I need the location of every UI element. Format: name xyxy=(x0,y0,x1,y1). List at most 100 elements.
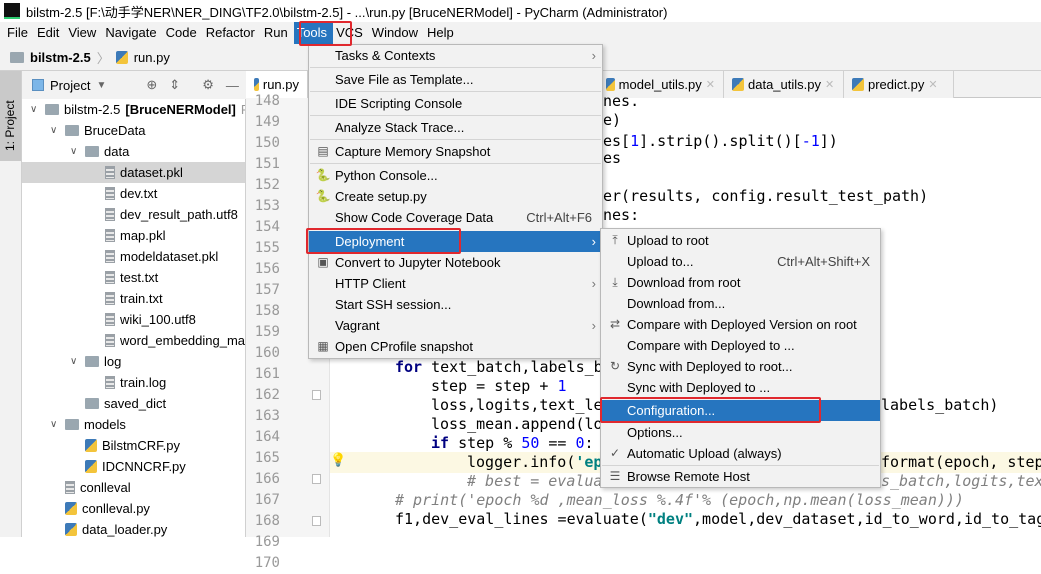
menu-item-compare-with-deployed-to[interactable]: Compare with Deployed to ... xyxy=(601,335,880,356)
project-tool-tab[interactable]: 1: Project xyxy=(0,71,21,161)
menu-item-label: Download from... xyxy=(627,296,726,311)
menu-item-automatic-upload-always[interactable]: ✓ Automatic Upload (always) xyxy=(601,443,880,464)
menu-vcs[interactable]: VCS xyxy=(333,22,369,44)
menu-item-label: Convert to Jupyter Notebook xyxy=(335,255,501,270)
menu-item-options[interactable]: Options... xyxy=(601,422,880,443)
menu-item-download-from[interactable]: Download from... xyxy=(601,293,880,314)
tree-item[interactable]: ∨ BruceData xyxy=(50,120,145,141)
collapse-all-icon[interactable]: ⇕ xyxy=(169,77,180,93)
tree-item[interactable]: dataset.pkl xyxy=(22,162,245,183)
tree-item[interactable]: train.txt xyxy=(90,288,163,309)
menu-item-http-client[interactable]: HTTP Client › xyxy=(309,273,602,294)
code-line: labels_batch) xyxy=(881,396,999,414)
file-icon xyxy=(105,166,115,179)
tree-item[interactable]: ∨ data xyxy=(70,141,129,162)
tree-item[interactable]: BilstmCRF.py xyxy=(70,435,180,456)
chevron-down-icon[interactable]: ∨ xyxy=(70,141,80,162)
breadcrumb-file[interactable]: run.py xyxy=(134,50,170,65)
tree-item[interactable]: ∨ log xyxy=(70,351,121,372)
close-icon[interactable]: ✕ xyxy=(706,78,715,91)
tree-item[interactable]: dev_result_path.utf8 xyxy=(90,204,238,225)
menu-item-label: Vagrant xyxy=(335,318,380,333)
menu-item-deployment[interactable]: Deployment › xyxy=(309,231,602,252)
tree-item-label: train.txt xyxy=(120,291,163,306)
chevron-down-icon[interactable]: ∨ xyxy=(30,99,40,120)
menu-item-python-console[interactable]: 🐍 Python Console... xyxy=(309,165,602,186)
menu-edit[interactable]: Edit xyxy=(34,22,65,44)
tree-item-label: data_loader.py xyxy=(82,522,168,537)
file-icon xyxy=(105,208,115,221)
upload-icon: ⤒ xyxy=(612,233,618,247)
menu-item-start-ssh-session[interactable]: Start SSH session... xyxy=(309,294,602,315)
menu-item-sync-with-deployed-to-root[interactable]: ↻ Sync with Deployed to root... xyxy=(601,356,880,377)
tree-item[interactable]: ∨bilstm-2.5 [BruceNERModel] F: xyxy=(30,99,245,120)
tree-item[interactable]: modeldataset.pkl xyxy=(90,246,218,267)
tree-item[interactable]: word_embedding_ma xyxy=(90,330,245,351)
tree-item-label: IDCNNCRF.py xyxy=(102,459,186,474)
tree-item[interactable]: IDCNNCRF.py xyxy=(70,456,186,477)
menu-code[interactable]: Code xyxy=(163,22,203,44)
code-line: er(results, config.result_test_path) xyxy=(603,187,929,205)
menu-item-configuration[interactable]: Configuration... xyxy=(601,400,880,421)
menu-run[interactable]: Run xyxy=(261,22,294,44)
tree-item[interactable]: wiki_100.utf8 xyxy=(90,309,196,330)
tree-item[interactable]: data_loader.py xyxy=(50,519,167,537)
chevron-down-icon[interactable]: ∨ xyxy=(50,414,60,435)
menu-item-tasks-contexts[interactable]: Tasks & Contexts › xyxy=(309,45,602,66)
gear-icon[interactable]: ⚙ xyxy=(202,77,214,93)
menu-item-show-code-coverage-data[interactable]: Show Code Coverage Data Ctrl+Alt+F6 xyxy=(309,207,602,228)
tree-item[interactable]: map.pkl xyxy=(90,225,166,246)
fold-marker-icon[interactable] xyxy=(312,390,321,400)
menu-item-vagrant[interactable]: Vagrant › xyxy=(309,315,602,336)
code-line: step = step + 1 xyxy=(431,377,567,395)
menu-item-save-file-as-template[interactable]: Save File as Template... xyxy=(309,69,602,90)
tree-item[interactable]: train.log xyxy=(90,372,166,393)
lightbulb-icon[interactable]: 💡 xyxy=(330,452,346,473)
hide-icon[interactable]: — xyxy=(226,78,239,93)
menu-item-create-setup-py[interactable]: 🐍 Create setup.py xyxy=(309,186,602,207)
close-icon[interactable]: ✕ xyxy=(825,78,834,91)
file-icon xyxy=(105,229,115,242)
locate-icon[interactable]: ⊕ xyxy=(146,77,157,93)
menu-item-compare-with-deployed-version-on-root[interactable]: ⇄ Compare with Deployed Version on root xyxy=(601,314,880,335)
tree-item[interactable]: ∨ models xyxy=(50,414,126,435)
menu-item-convert-to-jupyter-notebook[interactable]: ▣ Convert to Jupyter Notebook xyxy=(309,252,602,273)
chevron-down-icon[interactable]: ∨ xyxy=(50,120,60,141)
tree-item[interactable]: test.txt xyxy=(90,267,158,288)
menu-item-label: Tasks & Contexts xyxy=(335,48,436,63)
menu-item-analyze-stack-trace[interactable]: Analyze Stack Trace... xyxy=(309,117,602,138)
tree-item[interactable]: conlleval xyxy=(50,477,131,498)
tree-item-label: conlleval.py xyxy=(82,501,150,516)
menu-item-upload-to[interactable]: Upload to... Ctrl+Alt+Shift+X xyxy=(601,251,880,272)
chevron-down-icon[interactable]: ▼ xyxy=(96,80,106,91)
chevron-down-icon[interactable]: ∨ xyxy=(70,351,80,372)
menu-item-upload-to-root[interactable]: ⤒ Upload to root xyxy=(601,230,880,251)
menu-item-download-from-root[interactable]: ⤓ Download from root xyxy=(601,272,880,293)
menu-refactor[interactable]: Refactor xyxy=(203,22,261,44)
project-view-selector[interactable]: Project xyxy=(50,78,90,93)
menu-item-ide-scripting-console[interactable]: IDE Scripting Console xyxy=(309,93,602,114)
close-icon[interactable]: ✕ xyxy=(928,78,937,91)
fold-marker-icon[interactable] xyxy=(312,516,321,526)
menu-item-open-cprofile-snapshot[interactable]: ▦ Open CProfile snapshot xyxy=(309,336,602,357)
menu-item-browse-remote-host[interactable]: ☰ Browse Remote Host xyxy=(601,466,880,487)
menu-item-capture-memory-snapshot[interactable]: ▤ Capture Memory Snapshot xyxy=(309,141,602,162)
file-icon xyxy=(105,313,115,326)
menu-window[interactable]: Window xyxy=(369,22,424,44)
breadcrumb-project[interactable]: bilstm-2.5 xyxy=(30,50,91,65)
tree-item[interactable]: conlleval.py xyxy=(50,498,150,519)
tree-item-label: test.txt xyxy=(120,270,159,285)
fold-marker-icon[interactable] xyxy=(312,474,321,484)
menu-view[interactable]: View xyxy=(65,22,102,44)
menu-navigate[interactable]: Navigate xyxy=(102,22,162,44)
file-icon xyxy=(65,481,75,494)
tree-item[interactable]: dev.txt xyxy=(90,183,157,204)
python-file-icon xyxy=(115,50,128,64)
tree-item[interactable]: saved_dict xyxy=(70,393,166,414)
menu-help[interactable]: Help xyxy=(424,22,460,44)
tab-data-utils[interactable]: data_utils.py ✕ xyxy=(724,71,844,98)
menu-file[interactable]: File xyxy=(4,22,34,44)
tab-predict[interactable]: predict.py ✕ xyxy=(844,71,954,98)
menu-item-sync-with-deployed-to[interactable]: Sync with Deployed to ... xyxy=(601,377,880,398)
menu-tools[interactable]: Tools xyxy=(293,22,334,44)
